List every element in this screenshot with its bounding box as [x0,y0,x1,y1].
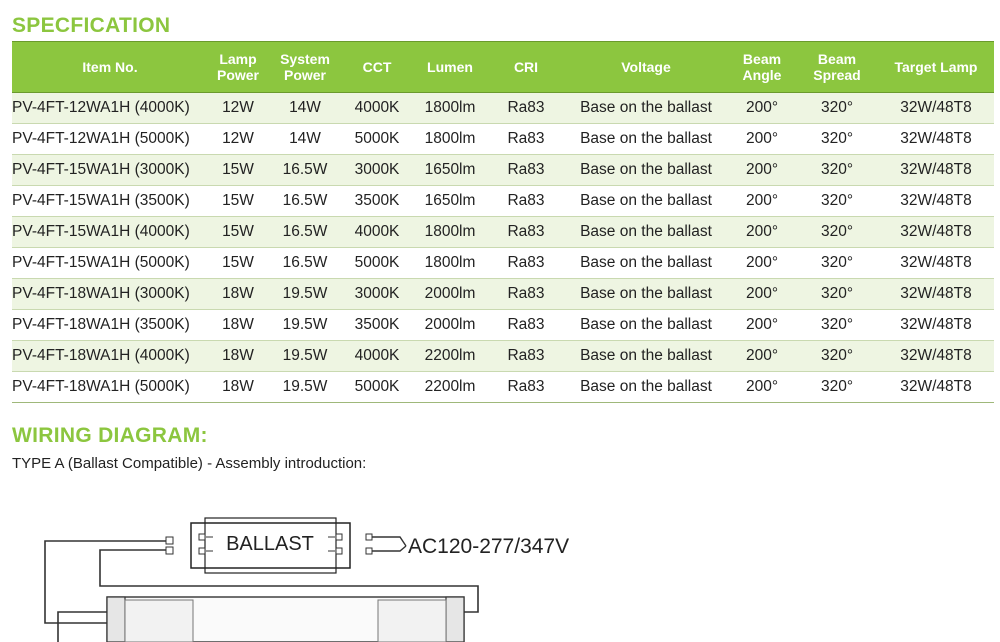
ballast-label: BALLAST [226,533,314,555]
ac-input: AC120-277/347V [365,533,569,558]
ballast-box: BALLAST [190,517,351,574]
voltage-label: AC120-277/347V [408,535,569,558]
wire-bottom [57,611,107,642]
wiring-diagram: BALLAST AC120-277/347V [44,517,569,642]
led-tube [106,596,465,642]
ballast-input-pins [165,536,174,555]
